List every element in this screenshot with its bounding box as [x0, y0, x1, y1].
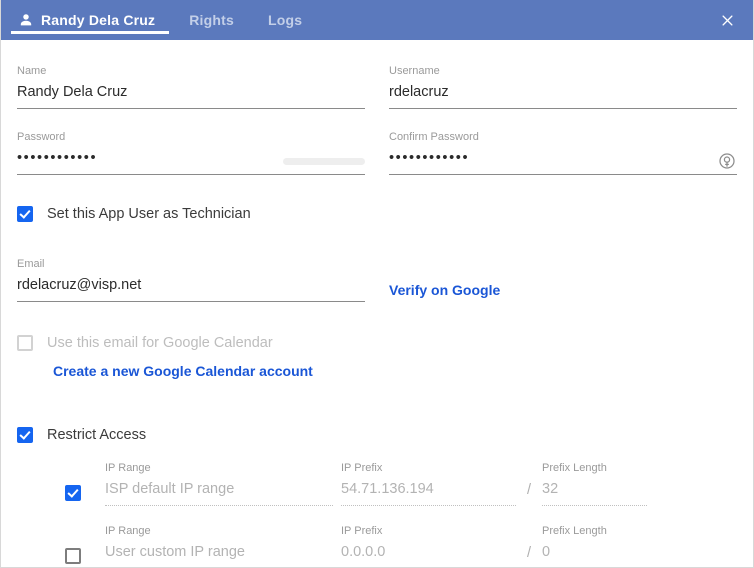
ip-row-1-prefix-label: IP Prefix [341, 462, 383, 474]
password-masked-value: •••••••••••• [17, 150, 98, 166]
confirm-password-masked-value: •••••••••••• [389, 150, 470, 166]
technician-checkbox[interactable] [17, 206, 33, 222]
ip-row-1-range-input[interactable]: ISP default IP range [105, 478, 333, 506]
ip-row-1-prefix-input[interactable]: 54.71.136.194 [341, 478, 516, 506]
tab-user-profile[interactable]: Randy Dela Cruz [1, 0, 172, 40]
ip-row-1-range-label: IP Range [105, 462, 151, 474]
dialog-header: Randy Dela Cruz Rights Logs [1, 0, 753, 40]
technician-checkbox-row[interactable]: Set this App User as Technician [1, 206, 753, 222]
row-name-username: Name Randy Dela Cruz Username rdelacruz [1, 64, 753, 109]
email-input[interactable]: rdelacruz@visp.net [17, 274, 365, 302]
password-generate-icon[interactable] [717, 151, 737, 171]
google-calendar-checkbox-row: Use this email for Google Calendar [1, 335, 753, 351]
row-password: Password •••••••••••• Confirm Password •… [1, 130, 753, 175]
field-username: Username rdelacruz [389, 64, 737, 109]
field-password: Password •••••••••••• [17, 130, 365, 175]
ip-row-2-range-input[interactable]: User custom IP range [105, 541, 333, 567]
ip-row-1: IP Range ISP default IP range IP Prefix … [1, 461, 753, 506]
restrict-access-label: Restrict Access [47, 427, 147, 443]
restrict-access-checkbox[interactable] [17, 427, 33, 443]
verify-on-google-link[interactable]: Verify on Google [389, 282, 500, 302]
ip-row-1-checkbox[interactable] [65, 484, 81, 501]
ip-row-1-length-input[interactable]: 32 [542, 478, 647, 506]
username-input[interactable]: rdelacruz [389, 81, 737, 109]
tab-label-logs: Logs [268, 12, 303, 28]
ip-row-2-range-label: IP Range [105, 525, 151, 537]
username-label: Username [389, 65, 440, 77]
ip-row-2-prefix-field: IP Prefix 0.0.0.0 [341, 524, 516, 567]
ip-row-2-separator: / [526, 545, 532, 561]
create-google-calendar-link[interactable]: Create a new Google Calendar account [53, 363, 313, 379]
ip-row-2: IP Range User custom IP range IP Prefix … [1, 524, 753, 567]
ip-row-2-range-field: IP Range User custom IP range [105, 524, 333, 567]
field-confirm-password: Confirm Password •••••••••••• [389, 130, 737, 175]
verify-link-wrap: Verify on Google [389, 257, 737, 302]
dialog-body: Name Randy Dela Cruz Username rdelacruz … [1, 64, 753, 567]
field-name: Name Randy Dela Cruz [17, 64, 365, 109]
ip-row-2-prefix-label: IP Prefix [341, 525, 383, 537]
confirm-password-input[interactable]: •••••••••••• [389, 147, 737, 175]
user-icon [18, 12, 34, 28]
technician-label: Set this App User as Technician [47, 206, 251, 222]
ip-row-2-checkbox-wrap [65, 542, 105, 567]
ip-row-1-separator: / [526, 482, 532, 498]
name-label: Name [17, 65, 47, 77]
row-email: Email rdelacruz@visp.net Verify on Googl… [1, 257, 753, 302]
ip-row-1-range-field: IP Range ISP default IP range [105, 461, 333, 506]
google-calendar-label: Use this email for Google Calendar [47, 335, 273, 351]
google-calendar-checkbox [17, 335, 33, 351]
create-calendar-link-row: Create a new Google Calendar account [1, 363, 753, 379]
ip-row-1-prefix-field: IP Prefix 54.71.136.194 [341, 461, 516, 506]
ip-row-2-length-field: Prefix Length 0 [542, 524, 647, 567]
ip-row-2-checkbox[interactable] [65, 547, 81, 564]
field-email: Email rdelacruz@visp.net [17, 257, 365, 302]
tab-label-user-profile: Randy Dela Cruz [41, 12, 156, 28]
email-label: Email [17, 258, 45, 270]
password-strength-meter [283, 158, 365, 165]
restrict-access-checkbox-row[interactable]: Restrict Access [1, 427, 753, 443]
ip-row-1-length-field: Prefix Length 32 [542, 461, 647, 506]
tab-rights[interactable]: Rights [172, 0, 251, 40]
app-user-dialog: Randy Dela Cruz Rights Logs Name Randy D… [0, 0, 754, 568]
tab-logs[interactable]: Logs [251, 0, 319, 40]
password-label: Password [17, 131, 66, 143]
ip-row-1-checkbox-wrap [65, 479, 105, 506]
tab-label-rights: Rights [189, 12, 235, 28]
ip-row-1-length-label: Prefix Length [542, 462, 607, 474]
confirm-password-label: Confirm Password [389, 131, 479, 143]
ip-row-2-prefix-input[interactable]: 0.0.0.0 [341, 541, 516, 567]
ip-row-2-length-label: Prefix Length [542, 525, 607, 537]
ip-row-2-length-input[interactable]: 0 [542, 541, 647, 567]
name-input[interactable]: Randy Dela Cruz [17, 81, 365, 109]
close-icon[interactable] [714, 7, 740, 33]
